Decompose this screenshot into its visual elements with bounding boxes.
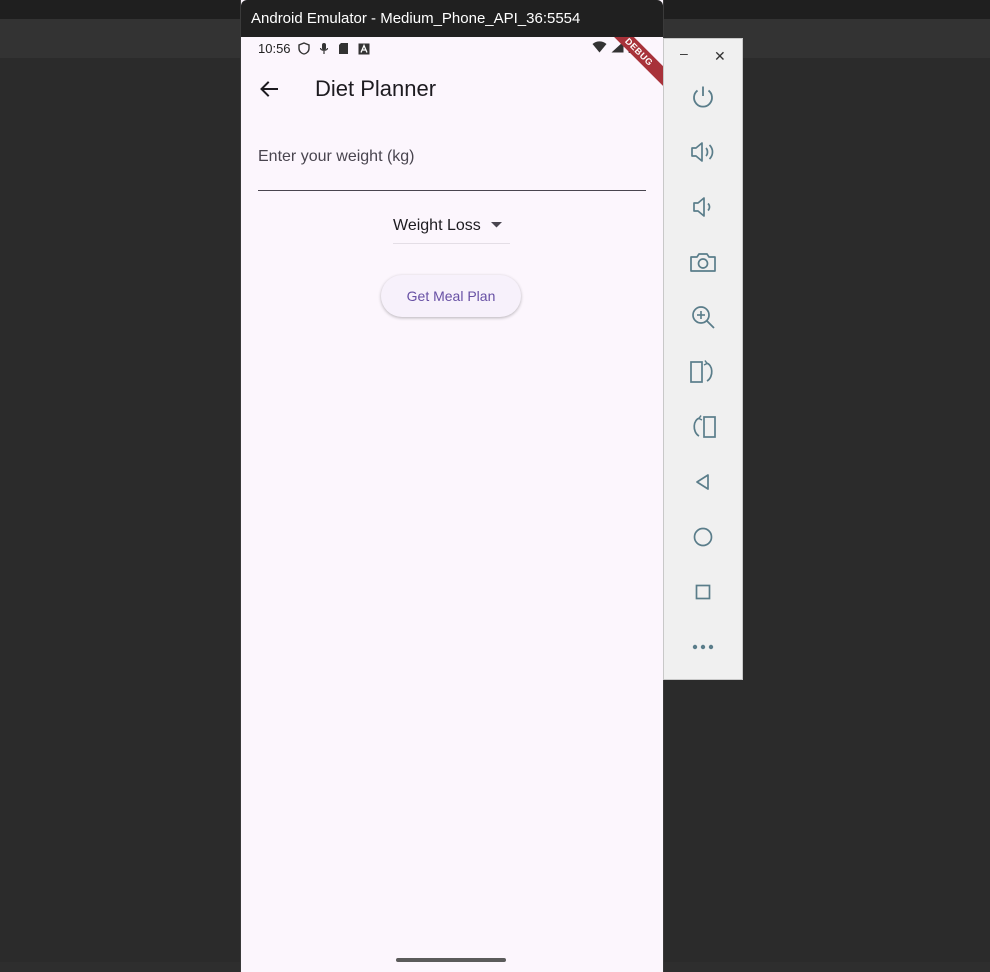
more-icon <box>692 644 714 650</box>
power-button[interactable] <box>688 82 718 112</box>
emulator-titlebar[interactable]: Android Emulator - Medium_Phone_API_36:5… <box>241 0 663 37</box>
goal-dropdown[interactable]: Weight Loss <box>393 213 510 244</box>
phone-screen: 10:56 DEBUG Diet Planner Enter your weig… <box>241 37 663 972</box>
home-circle-icon <box>693 527 713 547</box>
close-button[interactable]: ✕ <box>714 48 726 65</box>
back-triangle-icon <box>696 474 709 490</box>
status-notification-icons <box>298 42 370 55</box>
app-bar: Diet Planner <box>241 61 663 117</box>
emulator-side-toolbar: – ✕ <box>663 38 743 680</box>
more-button[interactable] <box>688 632 718 662</box>
minimize-button[interactable]: – <box>680 45 688 61</box>
weight-input[interactable] <box>258 141 646 191</box>
page-title: Diet Planner <box>315 76 437 101</box>
sd-card-icon <box>339 43 348 54</box>
overview-square-icon <box>695 584 711 600</box>
power-icon <box>693 86 713 108</box>
camera-icon <box>690 253 716 272</box>
dropdown-arrow-icon <box>491 222 502 228</box>
rotate-right-button[interactable] <box>688 357 718 387</box>
emulator-title: Android Emulator - Medium_Phone_API_36:5… <box>251 10 581 27</box>
font-icon <box>358 43 370 54</box>
status-bar: 10:56 DEBUG <box>241 37 663 93</box>
home-gesture-bar[interactable] <box>396 958 506 962</box>
wifi-icon <box>592 41 607 53</box>
arrow-back-icon <box>260 81 278 97</box>
rotate-left-icon <box>693 415 716 438</box>
shield-icon <box>298 42 310 55</box>
nav-home-button[interactable] <box>688 522 718 552</box>
volume-up-icon <box>691 142 714 162</box>
goal-dropdown-value: Weight Loss <box>393 217 481 234</box>
nav-back-button[interactable] <box>688 467 718 497</box>
rotate-left-button[interactable] <box>688 412 718 442</box>
emulator-window: Android Emulator - Medium_Phone_API_36:5… <box>240 0 664 972</box>
mic-icon <box>319 43 329 54</box>
zoom-button[interactable] <box>688 302 718 332</box>
status-time: 10:56 <box>258 41 291 56</box>
get-meal-plan-button[interactable]: Get Meal Plan <box>381 275 521 317</box>
volume-down-button[interactable] <box>688 192 718 222</box>
screenshot-button[interactable] <box>688 247 718 277</box>
back-button[interactable] <box>255 75 283 103</box>
volume-down-icon <box>693 197 711 217</box>
rotate-right-icon <box>690 360 713 383</box>
nav-overview-button[interactable] <box>688 577 718 607</box>
zoom-in-icon <box>692 306 715 329</box>
volume-up-button[interactable] <box>688 137 718 167</box>
